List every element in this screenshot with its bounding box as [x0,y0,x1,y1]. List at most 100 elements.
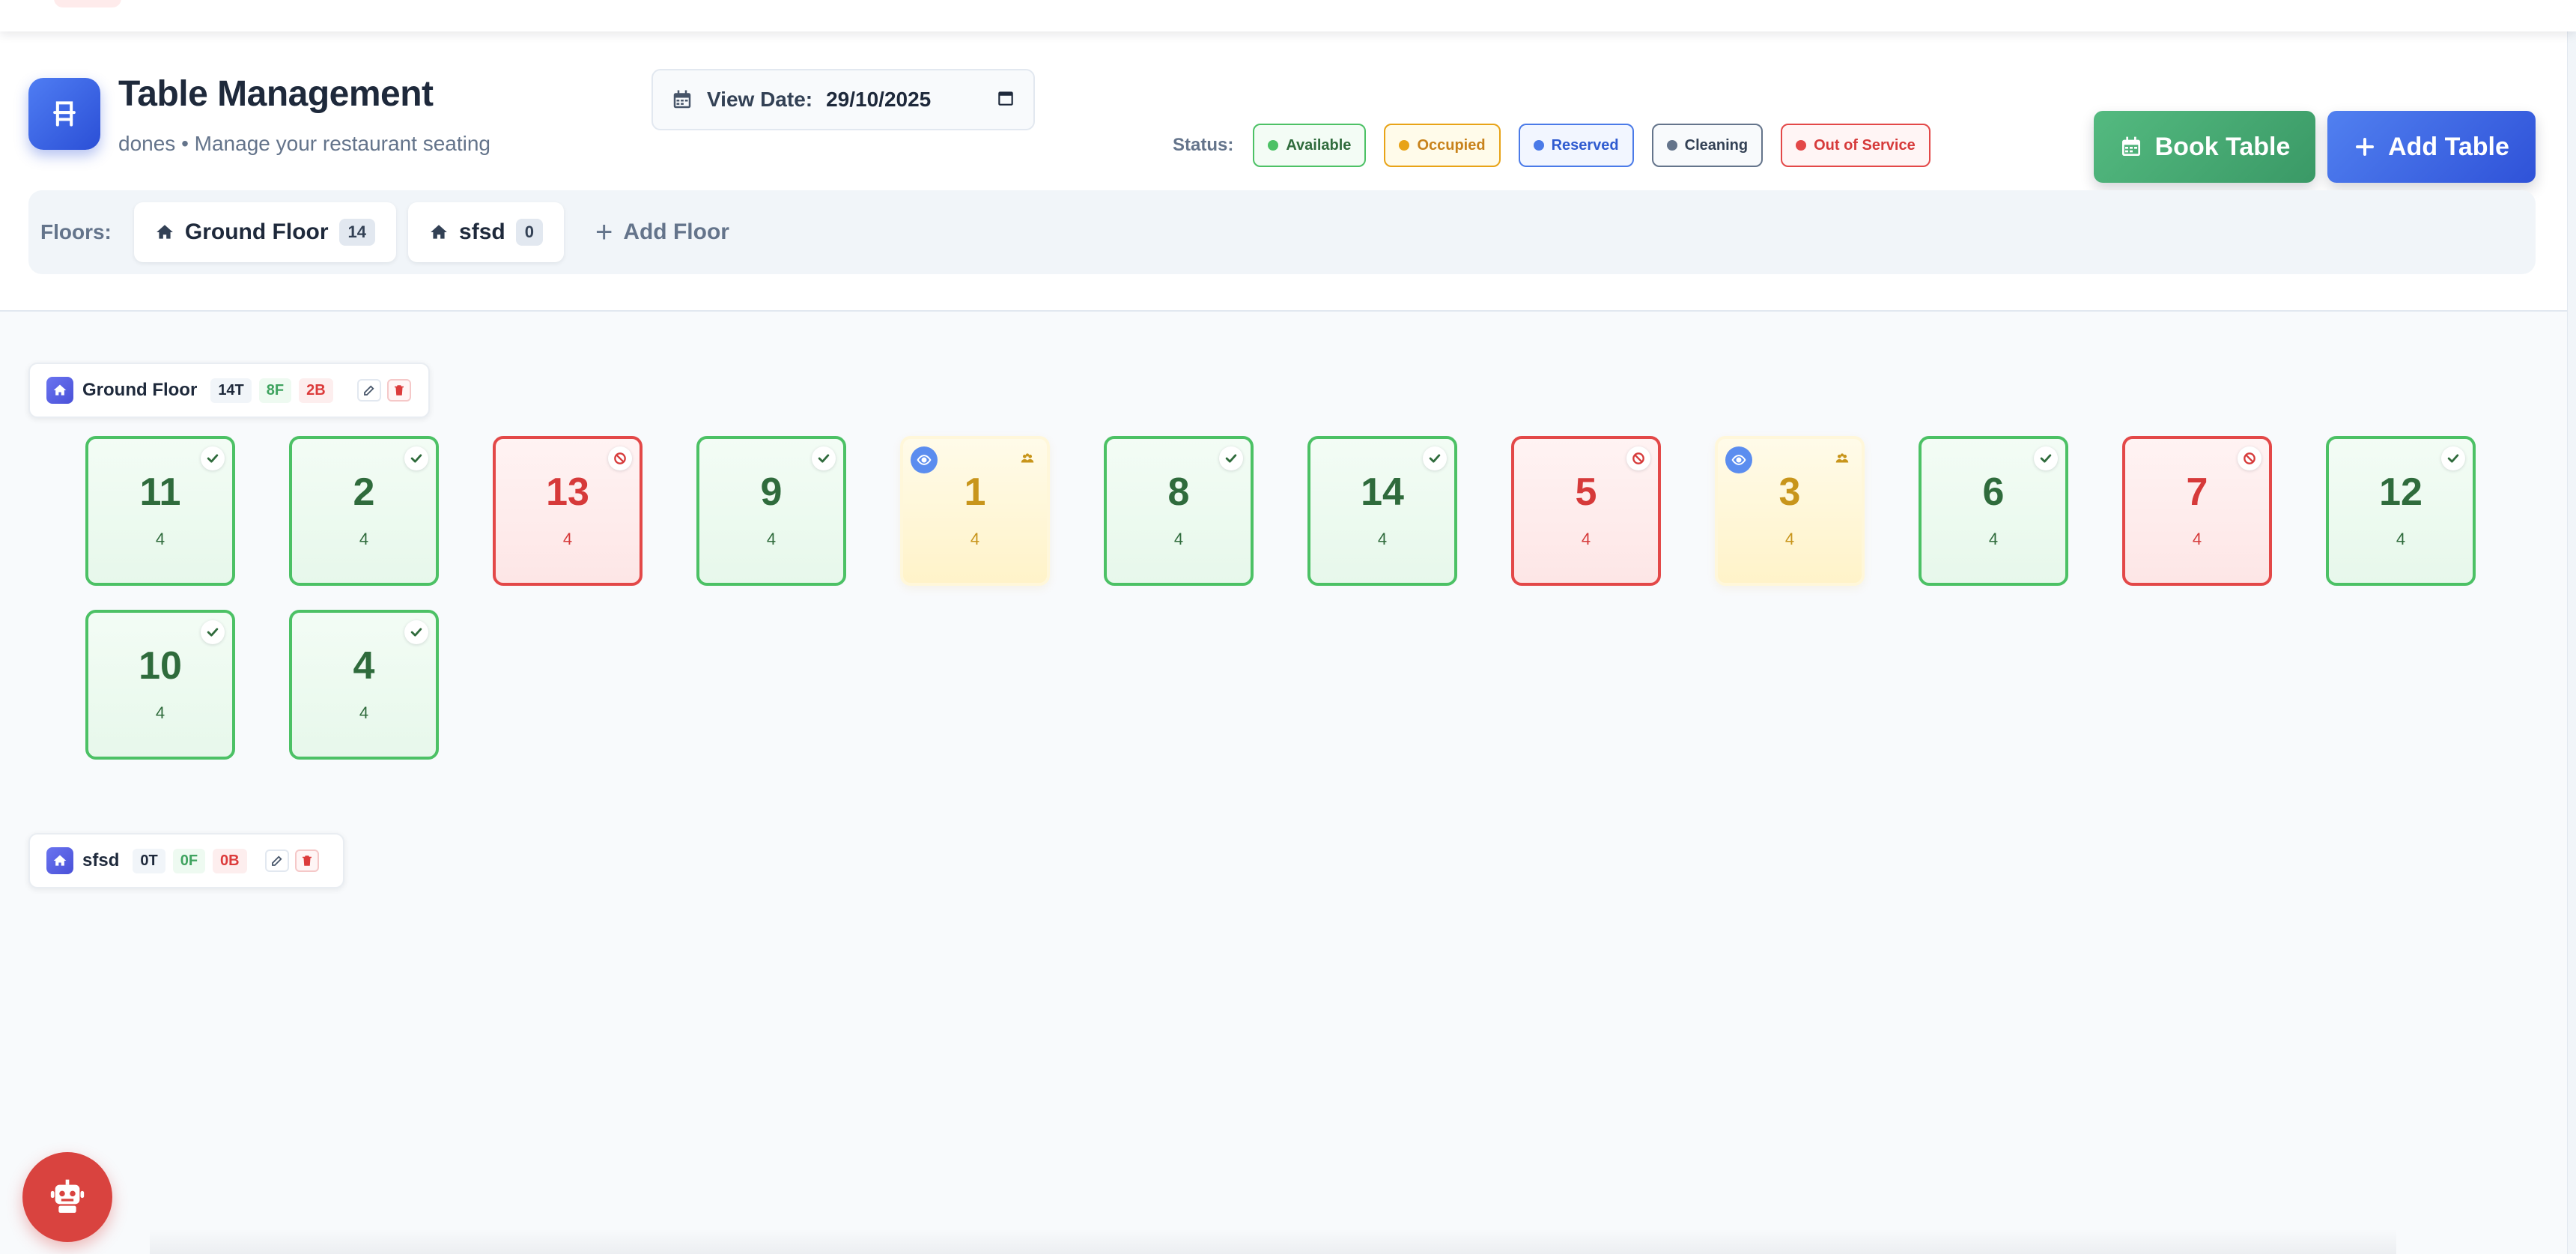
table-capacity: 4 [2192,530,2202,548]
status-dot [1796,140,1807,151]
check-icon [404,446,428,470]
table-card[interactable]: 10 4 [85,610,235,760]
status-dot [1533,140,1544,151]
check-icon [404,620,428,644]
home-icon [157,225,173,239]
floor-tab-sfsd[interactable]: sfsd 0 [408,202,564,262]
floors-label: Floors: [40,220,112,243]
table-capacity: 4 [1377,530,1388,548]
edit-floor-button[interactable] [264,849,289,872]
users-icon [1015,446,1039,470]
table-card[interactable]: 54 [1511,436,1661,586]
check-icon [1219,446,1243,470]
page-header: Table Management dones • Manage your res… [0,31,2576,312]
status-chip-cleaning: Cleaning [1651,124,1764,167]
assistant-robot-button[interactable] [22,1152,112,1242]
ban-icon [608,446,632,470]
floor-free-tables: 0F [172,848,206,873]
floor-section-header-ground-floor: Ground Floor 14T 8F 2B [28,363,430,418]
trash-icon [302,855,312,866]
status-legend-label: Status: [1173,135,1234,155]
book-table-button[interactable]: Book Table [2094,111,2315,183]
add-floor-label: Add Floor [623,219,729,244]
check-icon [2441,446,2465,470]
status-dot [1399,140,1410,151]
floor-table-count: 0 [515,219,543,246]
status-chip-reserved: Reserved [1518,124,1634,167]
table-number: 3 [1778,470,1801,514]
table-capacity: 4 [155,703,165,722]
eye-icon[interactable] [1725,446,1752,473]
add-table-button[interactable]: Add Table [2327,111,2536,183]
home-icon [431,225,447,239]
chair-icon [28,78,100,150]
floor-section-name: Ground Floor [82,380,198,400]
edit-icon [363,385,374,396]
table-capacity: 4 [970,530,980,548]
table-number: 1 [964,470,986,514]
table-card[interactable]: 44 [289,610,439,760]
table-card[interactable]: 84 [1104,436,1254,586]
add-floor-button[interactable]: + Add Floor [576,202,749,262]
table-capacity: 4 [562,530,573,548]
users-icon [1830,446,1854,470]
check-icon [1423,446,1447,470]
floor-tab-label: sfsd [459,219,505,244]
page-title: Table Management [118,74,434,114]
table-card[interactable]: 94 [696,436,846,586]
table-card[interactable]: 24 [289,436,439,586]
table-capacity: 4 [359,703,369,722]
table-card[interactable]: 74 [2122,436,2272,586]
floor-table-count: 14 [338,219,376,246]
table-card[interactable]: 34 [1715,436,1865,586]
floor-section-header-sfsd: sfsd 0T 0F 0B [28,833,344,888]
table-number: 9 [760,470,783,514]
book-table-label: Book Table [2154,132,2291,161]
table-capacity: 4 [1173,530,1184,548]
page-subtitle: dones • Manage your restaurant seating [118,132,490,155]
floor-total-tables: 0T [133,848,165,873]
table-card[interactable]: 11 4 [85,436,235,586]
floor-free-tables: 8F [258,378,292,403]
table-card[interactable]: 13 4 [493,436,643,586]
view-date-input[interactable]: 29/10/2025 [826,88,931,112]
status-dot [1268,140,1279,151]
bottom-shadow [150,1229,2396,1254]
table-number: 11 [139,470,181,514]
edit-floor-button[interactable] [356,379,381,402]
plus-icon [2356,138,2375,156]
table-number: 12 [2379,470,2422,514]
floor-busy-tables: 2B [299,378,333,403]
floor-section-name: sfsd [82,850,120,870]
floor-tab-ground-floor[interactable]: Ground Floor 14 [133,202,397,262]
table-number: 7 [2186,470,2208,514]
table-card[interactable]: 64 [1919,436,2068,586]
table-number: 4 [353,644,375,688]
home-icon [46,377,73,404]
status-chip-label: Reserved [1551,136,1619,154]
floor-total-tables: 14T [210,378,252,403]
floors-bar: Floors: Ground Floor 14 sfsd 0 + Add Flo… [28,190,2536,274]
plus-icon: + [595,216,613,249]
floor-busy-tables: 0B [213,848,247,873]
eye-icon[interactable] [911,446,938,473]
floor-tab-label: Ground Floor [184,219,329,244]
table-capacity: 4 [1988,530,1999,548]
status-legend: Status: Available Occupied Reserved Clea… [1173,123,1948,168]
table-number: 8 [1167,470,1190,514]
table-card[interactable]: 14 4 [1307,436,1457,586]
check-icon [2034,446,2058,470]
table-number: 5 [1575,470,1597,514]
calendar-picker-icon[interactable] [996,88,1015,112]
view-date-picker[interactable]: View Date: 29/10/2025 [651,69,1035,130]
table-card[interactable]: 14 [900,436,1050,586]
status-chip-available: Available [1253,124,1367,167]
table-capacity: 4 [359,530,369,548]
ban-icon [2238,446,2261,470]
delete-floor-button[interactable] [294,849,319,872]
page-scrollbar[interactable] [2567,0,2576,1254]
delete-floor-button[interactable] [386,379,411,402]
table-card[interactable]: 12 4 [2326,436,2476,586]
table-number: 14 [1361,470,1404,514]
calendar-icon [2121,136,2140,156]
